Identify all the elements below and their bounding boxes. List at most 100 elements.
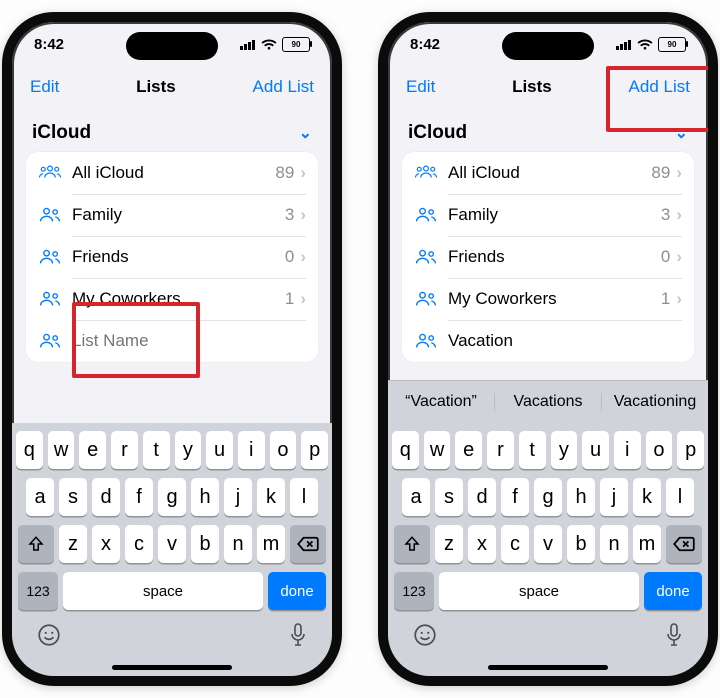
key-w[interactable]: w: [424, 431, 451, 469]
key-j[interactable]: j: [600, 478, 628, 516]
key-f[interactable]: f: [125, 478, 153, 516]
status-time: 8:42: [410, 36, 440, 53]
key-d[interactable]: d: [92, 478, 120, 516]
key-p[interactable]: p: [301, 431, 328, 469]
edit-button[interactable]: Edit: [406, 77, 435, 97]
chevron-down-icon: ⌄: [299, 123, 312, 143]
key-r[interactable]: r: [487, 431, 514, 469]
key-e[interactable]: e: [79, 431, 106, 469]
key-p[interactable]: p: [677, 431, 704, 469]
key-i[interactable]: i: [238, 431, 265, 469]
key-g[interactable]: g: [534, 478, 562, 516]
key-x[interactable]: x: [92, 525, 120, 563]
key-b[interactable]: b: [191, 525, 219, 563]
list-item[interactable]: Friends0›: [402, 236, 694, 278]
key-r[interactable]: r: [111, 431, 138, 469]
key-v[interactable]: v: [534, 525, 562, 563]
key-o[interactable]: o: [646, 431, 673, 469]
edit-button[interactable]: Edit: [30, 77, 59, 97]
home-indicator[interactable]: [112, 665, 232, 670]
emoji-button[interactable]: [36, 622, 62, 648]
key-m[interactable]: m: [257, 525, 285, 563]
cellular-icon: [616, 39, 632, 50]
backspace-key[interactable]: [666, 525, 702, 563]
key-c[interactable]: c: [125, 525, 153, 563]
list-name-input[interactable]: [72, 331, 306, 351]
key-u[interactable]: u: [582, 431, 609, 469]
key-t[interactable]: t: [519, 431, 546, 469]
done-key[interactable]: done: [268, 572, 326, 610]
shift-key[interactable]: [394, 525, 430, 563]
key-y[interactable]: y: [551, 431, 578, 469]
shift-key[interactable]: [18, 525, 54, 563]
add-list-button[interactable]: Add List: [253, 77, 314, 97]
key-d[interactable]: d: [468, 478, 496, 516]
key-c[interactable]: c: [501, 525, 529, 563]
status-bar: 8:42 90: [12, 22, 332, 66]
home-indicator[interactable]: [488, 665, 608, 670]
key-u[interactable]: u: [206, 431, 233, 469]
key-l[interactable]: l: [290, 478, 318, 516]
people-icon: [414, 248, 438, 266]
key-n[interactable]: n: [224, 525, 252, 563]
section-header-icloud[interactable]: iCloud ⌄: [26, 112, 318, 152]
key-o[interactable]: o: [270, 431, 297, 469]
key-l[interactable]: l: [666, 478, 694, 516]
dictation-button[interactable]: [288, 622, 308, 650]
key-n[interactable]: n: [600, 525, 628, 563]
key-k[interactable]: k: [257, 478, 285, 516]
key-i[interactable]: i: [614, 431, 641, 469]
keyboard[interactable]: qwertyuiop asdfghjkl zxcvbnm 123spacedon…: [12, 423, 332, 616]
key-h[interactable]: h: [191, 478, 219, 516]
key-h[interactable]: h: [567, 478, 595, 516]
space-key[interactable]: space: [439, 572, 639, 610]
numbers-key[interactable]: 123: [394, 572, 434, 610]
key-q[interactable]: q: [392, 431, 419, 469]
keyboard[interactable]: qwertyuiop asdfghjkl zxcvbnm 123spacedon…: [388, 423, 708, 616]
add-list-button[interactable]: Add List: [629, 77, 690, 97]
key-g[interactable]: g: [158, 478, 186, 516]
emoji-button[interactable]: [412, 622, 438, 648]
key-s[interactable]: s: [435, 478, 463, 516]
key-z[interactable]: z: [435, 525, 463, 563]
key-z[interactable]: z: [59, 525, 87, 563]
numbers-key[interactable]: 123: [18, 572, 58, 610]
backspace-key[interactable]: [290, 525, 326, 563]
list-item-new[interactable]: [26, 320, 318, 362]
key-f[interactable]: f: [501, 478, 529, 516]
predictive-suggestion[interactable]: Vacations: [495, 393, 602, 411]
chevron-right-icon: ›: [300, 247, 306, 267]
key-k[interactable]: k: [633, 478, 661, 516]
list-item[interactable]: All iCloud89›: [26, 152, 318, 194]
space-key[interactable]: space: [63, 572, 263, 610]
predictive-suggestion[interactable]: Vacationing: [602, 393, 708, 411]
list-item-new[interactable]: [402, 320, 694, 362]
key-y[interactable]: y: [175, 431, 202, 469]
key-t[interactable]: t: [143, 431, 170, 469]
key-a[interactable]: a: [26, 478, 54, 516]
key-j[interactable]: j: [224, 478, 252, 516]
list-item[interactable]: My Coworkers1›: [26, 278, 318, 320]
predictive-suggestion[interactable]: “Vacation”: [388, 393, 495, 411]
list-name-input[interactable]: [448, 331, 682, 351]
key-s[interactable]: s: [59, 478, 87, 516]
list-item[interactable]: Family3›: [402, 194, 694, 236]
predictive-bar[interactable]: “Vacation”VacationsVacationing: [388, 380, 708, 423]
key-b[interactable]: b: [567, 525, 595, 563]
list-item[interactable]: My Coworkers1›: [402, 278, 694, 320]
list-item-label: All iCloud: [448, 163, 651, 183]
lists-card: All iCloud89›Family3›Friends0›My Coworke…: [26, 152, 318, 362]
key-v[interactable]: v: [158, 525, 186, 563]
key-a[interactable]: a: [402, 478, 430, 516]
done-key[interactable]: done: [644, 572, 702, 610]
key-e[interactable]: e: [455, 431, 482, 469]
list-item[interactable]: Family3›: [26, 194, 318, 236]
key-q[interactable]: q: [16, 431, 43, 469]
dictation-button[interactable]: [664, 622, 684, 650]
key-w[interactable]: w: [48, 431, 75, 469]
key-m[interactable]: m: [633, 525, 661, 563]
list-item[interactable]: Friends0›: [26, 236, 318, 278]
key-x[interactable]: x: [468, 525, 496, 563]
section-header-icloud[interactable]: iCloud ⌄: [402, 112, 694, 152]
list-item[interactable]: All iCloud89›: [402, 152, 694, 194]
